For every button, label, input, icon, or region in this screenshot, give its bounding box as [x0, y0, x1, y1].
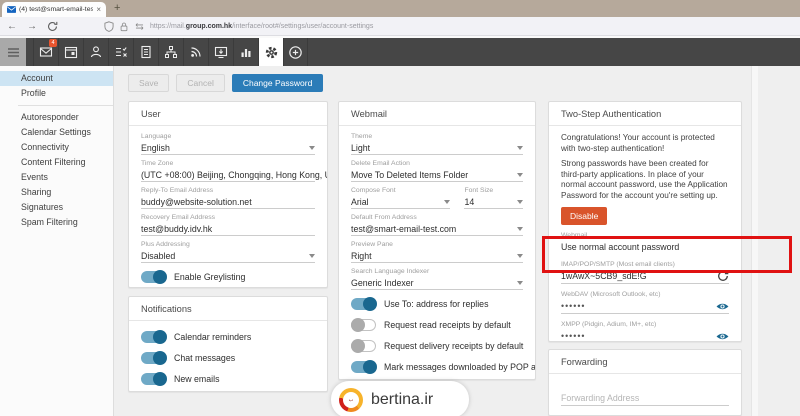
default-from-address-field[interactable]: Default From Address test@smart-email-te…	[351, 214, 523, 236]
chat-messages-toggle[interactable]	[141, 352, 166, 364]
read-receipts-toggle[interactable]	[351, 319, 376, 331]
browser-tab[interactable]: (4) test@smart-email-test.com ×	[2, 2, 106, 17]
search-language-indexer-field[interactable]: Search Language Indexer Generic Indexer	[351, 268, 523, 290]
sidebar-item-sharing[interactable]: Sharing	[0, 185, 113, 200]
forwarding-address-input[interactable]	[561, 390, 729, 406]
chevron-down-icon	[309, 146, 315, 150]
settings-sidebar: Account Profile Autoresponder Calendar S…	[0, 66, 114, 416]
toolbar-notes-button[interactable]	[133, 38, 158, 66]
mail-badge: 4	[49, 39, 57, 47]
chevron-down-icon	[444, 200, 450, 204]
webmail-card-title: Webmail	[339, 102, 535, 126]
chevron-down-icon	[517, 227, 523, 231]
sidebar-item-events[interactable]: Events	[0, 170, 113, 185]
chevron-down-icon	[309, 254, 315, 258]
sidebar-item-content-filtering[interactable]: Content Filtering	[0, 155, 113, 170]
address-bar: ← → https://mail.group.com.hk/interface/…	[0, 17, 800, 36]
calendar-reminders-toggle[interactable]	[141, 331, 166, 343]
user-card: User Language English Time Zone (UTC +08…	[128, 101, 328, 288]
forward-icon[interactable]: →	[24, 21, 40, 32]
enable-greylisting-toggle[interactable]	[141, 271, 166, 283]
recovery-email-field[interactable]: Recovery Email Address test@buddy.idv.hk	[141, 214, 315, 236]
menu-grip-icon[interactable]	[0, 38, 26, 66]
toolbar-add-new-button[interactable]	[283, 38, 308, 66]
forwarding-card: Forwarding	[548, 349, 742, 416]
chevron-down-icon	[517, 146, 523, 150]
browser-tab-bar: (4) test@smart-email-test.com × +	[0, 0, 800, 17]
use-to-address-toggle[interactable]	[351, 298, 376, 310]
user-card-title: User	[129, 102, 327, 126]
two-step-card: Two-Step Authentication Congratulations!…	[548, 101, 742, 342]
delete-email-action-field[interactable]: Delete Email Action Move To Deleted Item…	[351, 160, 523, 182]
two-step-message-1: Congratulations! Your account is protect…	[561, 133, 729, 154]
url-text: https://mail.group.com.hk/interface/root…	[150, 23, 373, 30]
webmail-card: Webmail Theme Light Delete Email Action …	[338, 101, 536, 380]
toolbar-tasks-button[interactable]	[108, 38, 133, 66]
save-button[interactable]: Save	[128, 74, 169, 92]
font-size-field[interactable]: Font Size 14	[464, 187, 523, 209]
sidebar-item-signatures[interactable]: Signatures	[0, 200, 113, 215]
compose-font-field[interactable]: Compose Font Arial	[351, 187, 450, 209]
divider	[18, 105, 113, 106]
back-icon[interactable]: ←	[4, 21, 20, 32]
delivery-receipts-toggle[interactable]	[351, 340, 376, 352]
sidebar-item-connectivity[interactable]: Connectivity	[0, 140, 113, 155]
time-zone-field[interactable]: Time Zone (UTC +08:00) Beijing, Chongqin…	[141, 160, 315, 182]
cancel-button[interactable]: Cancel	[176, 74, 224, 92]
new-tab-button[interactable]: +	[114, 0, 120, 17]
language-field[interactable]: Language English	[141, 133, 315, 155]
mail-favicon-icon	[7, 5, 16, 14]
sidebar-item-autoresponder[interactable]: Autoresponder	[0, 110, 113, 125]
tab-title: (4) test@smart-email-test.com	[19, 6, 93, 13]
action-buttons: Save Cancel Change Password	[128, 74, 323, 92]
chevron-down-icon	[517, 173, 523, 177]
reload-icon[interactable]	[44, 21, 60, 32]
bertina-watermark: ب bertina.ir	[331, 381, 469, 416]
toolbar-contacts-button[interactable]	[83, 38, 108, 66]
notifications-card-title: Notifications	[129, 297, 327, 321]
shield-icon	[104, 21, 114, 32]
pop-mark-read-toggle[interactable]	[351, 361, 376, 373]
toolbar-reports-button[interactable]	[233, 38, 258, 66]
two-step-message-2: Strong passwords have been created for t…	[561, 159, 729, 201]
sidebar-item-calendar-settings[interactable]: Calendar Settings	[0, 125, 113, 140]
lock-icon	[119, 21, 129, 32]
watermark-text: bertina.ir	[371, 391, 433, 409]
send-tab-icon	[134, 22, 145, 31]
toolbar-mail-button[interactable]: 4	[33, 38, 58, 66]
url-field[interactable]: https://mail.group.com.hk/interface/root…	[104, 21, 373, 32]
toolbar-file-storage-button[interactable]	[208, 38, 233, 66]
two-step-card-title: Two-Step Authentication	[549, 102, 741, 126]
reveal-password-icon[interactable]	[716, 302, 729, 311]
tab-close-icon[interactable]: ×	[96, 6, 101, 14]
highlight-annotation	[542, 236, 792, 273]
webdav-password-row: WebDAV (Microsoft Outlook, etc) ••••••	[561, 291, 729, 314]
plus-addressing-field[interactable]: Plus Addressing Disabled	[141, 241, 315, 263]
preview-pane-field[interactable]: Preview Pane Right	[351, 241, 523, 263]
toolbar-settings-button[interactable]	[258, 38, 283, 66]
app-toolbar: 4	[0, 38, 800, 66]
new-emails-toggle[interactable]	[141, 373, 166, 385]
screen: (4) test@smart-email-test.com × + ← → ht…	[0, 0, 800, 416]
forwarding-card-title: Forwarding	[549, 350, 741, 374]
sidebar-item-spam-filtering[interactable]: Spam Filtering	[0, 215, 113, 230]
sidebar-item-account[interactable]: Account	[0, 71, 113, 86]
toolbar-calendar-button[interactable]	[58, 38, 83, 66]
chevron-down-icon	[517, 281, 523, 285]
toolbar-connections-button[interactable]	[158, 38, 183, 66]
chevron-down-icon	[517, 254, 523, 258]
toolbar-news-feed-button[interactable]	[183, 38, 208, 66]
bertina-logo-icon: ب	[339, 388, 363, 412]
sidebar-item-profile[interactable]: Profile	[0, 86, 113, 101]
chevron-down-icon	[517, 200, 523, 204]
reveal-password-icon[interactable]	[716, 332, 729, 341]
disable-button[interactable]: Disable	[561, 207, 607, 225]
theme-field[interactable]: Theme Light	[351, 133, 523, 155]
change-password-button[interactable]: Change Password	[232, 74, 323, 92]
notifications-card: Notifications Calendar reminders Chat me…	[128, 296, 328, 392]
xmpp-password-row: XMPP (Pidgin, Adium, IM+, etc) ••••••	[561, 321, 729, 342]
reply-to-field[interactable]: Reply-To Email Address buddy@website-sol…	[141, 187, 315, 209]
